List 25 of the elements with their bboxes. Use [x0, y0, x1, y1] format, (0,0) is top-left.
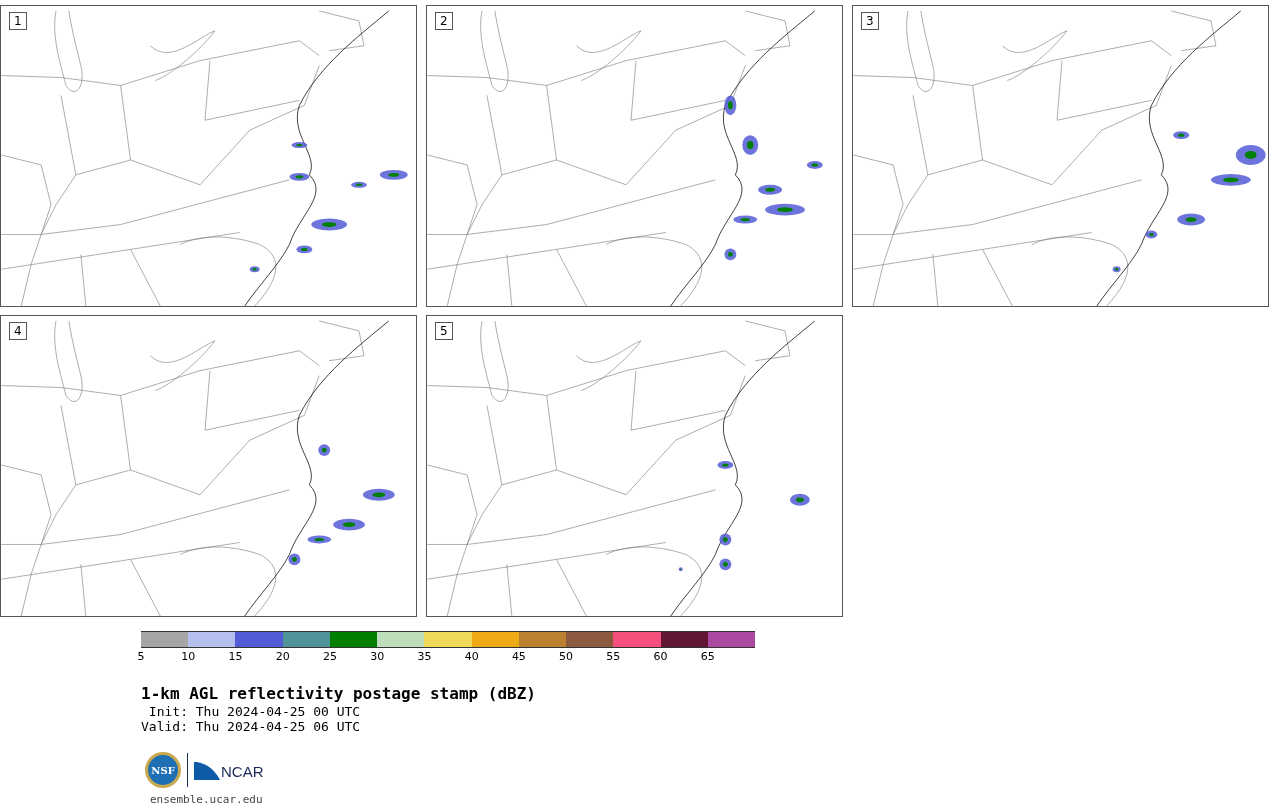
website-url: ensemble.ucar.edu	[150, 792, 264, 808]
panel-number: 1	[9, 12, 27, 30]
panel-number: 5	[435, 322, 453, 340]
tick-label: 60	[653, 649, 668, 665]
ncar-logo: NCAR	[194, 760, 264, 780]
swoosh-icon	[194, 760, 220, 780]
tick-label: 25	[322, 649, 337, 665]
init-time: Init: Thu 2024-04-25 00 UTC	[147, 704, 362, 719]
tick-label: 45	[511, 649, 526, 665]
tick-label: 30	[370, 649, 385, 665]
nsf-logo: NSF	[145, 752, 181, 788]
tick-label: 5	[137, 649, 145, 665]
tick-label: 65	[700, 649, 715, 665]
tick-label: 40	[464, 649, 479, 665]
tick-label: 15	[228, 649, 243, 665]
panel-number: 3	[861, 12, 879, 30]
valid-time: Valid: Thu 2024-04-25 06 UTC	[141, 719, 362, 734]
panel-number: 2	[435, 12, 453, 30]
tick-label: 50	[559, 649, 574, 665]
tick-label: 55	[606, 649, 621, 665]
plot-title: 1-km AGL reflectivity postage stamp (dBZ)	[141, 684, 537, 704]
tick-label: 10	[181, 649, 196, 665]
panel-number: 4	[9, 322, 27, 340]
tick-label: 20	[275, 649, 290, 665]
tick-label: 35	[417, 649, 432, 665]
